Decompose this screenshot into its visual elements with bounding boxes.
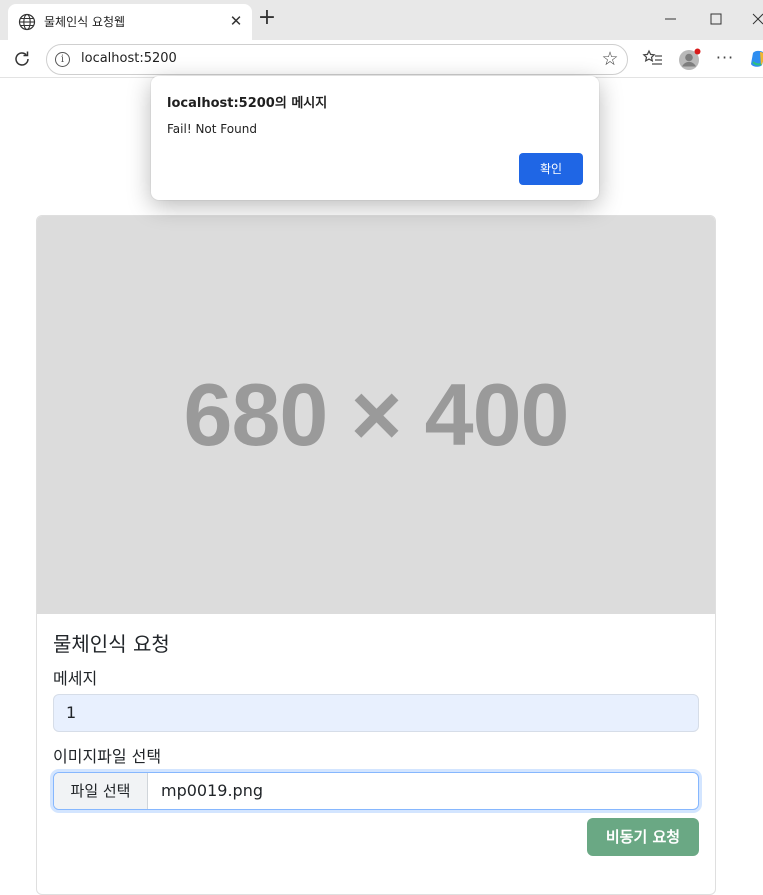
tab-title: 물체인식 요청웹 <box>44 15 126 29</box>
globe-icon <box>18 13 36 31</box>
profile-icon[interactable] <box>678 48 701 70</box>
favorites-icon[interactable] <box>642 48 664 70</box>
copilot-icon[interactable] <box>748 48 763 70</box>
file-input[interactable]: 파일 선택 mp0019.png <box>53 772 699 810</box>
file-select-button[interactable]: 파일 선택 <box>54 773 148 809</box>
url-text[interactable]: localhost:5200 <box>81 51 177 66</box>
browser-toolbar: i localhost:5200 ☆ ··· <box>0 40 763 78</box>
file-name: mp0019.png <box>161 781 263 800</box>
message-label: 메세지 <box>53 669 98 688</box>
file-label: 이미지파일 선택 <box>53 747 162 766</box>
image-placeholder: 680 × 400 <box>37 216 715 614</box>
address-bar[interactable]: i localhost:5200 ☆ <box>46 44 628 75</box>
card-title: 물체인식 요청 <box>53 632 170 656</box>
request-card: 680 × 400 물체인식 요청 메세지 1 이미지파일 선택 파일 선택 m… <box>36 215 716 895</box>
message-input[interactable]: 1 <box>53 694 699 732</box>
window-close-icon[interactable] <box>741 6 763 32</box>
close-icon[interactable]: ✕ <box>226 11 246 31</box>
dialog-title: localhost:5200의 메시지 <box>167 96 328 111</box>
placeholder-text: 680 × 400 <box>183 365 570 464</box>
browser-tab[interactable]: 물체인식 요청웹 ✕ <box>8 4 252 40</box>
reload-icon[interactable] <box>12 49 32 69</box>
alert-dialog: localhost:5200의 메시지 Fail! Not Found 확인 <box>151 76 599 200</box>
plus-icon[interactable]: + <box>256 7 278 30</box>
ok-button[interactable]: 확인 <box>519 153 583 185</box>
tab-strip: 물체인식 요청웹 ✕ + <box>0 0 763 40</box>
dialog-message: Fail! Not Found <box>167 122 257 136</box>
more-icon[interactable]: ··· <box>714 48 736 70</box>
minimize-icon[interactable] <box>656 6 686 32</box>
maximize-icon[interactable] <box>701 6 731 32</box>
async-request-button[interactable]: 비동기 요청 <box>587 818 699 856</box>
star-icon[interactable]: ☆ <box>599 48 621 70</box>
info-icon[interactable]: i <box>55 52 70 67</box>
